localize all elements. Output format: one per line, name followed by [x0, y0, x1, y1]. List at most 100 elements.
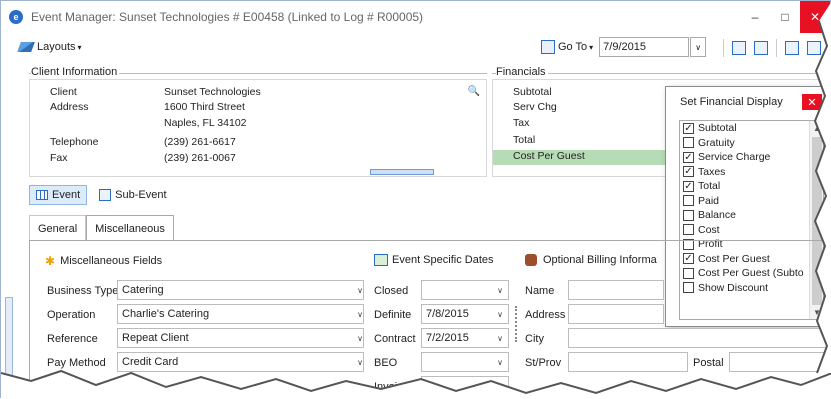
client-label: Client: [50, 86, 77, 98]
close-button[interactable]: ✕: [800, 1, 830, 33]
side-panel-handle[interactable]: [5, 297, 13, 377]
financial-row[interactable]: Total: [493, 134, 668, 149]
billing-state-input[interactable]: [568, 352, 688, 372]
business-type-select[interactable]: Catering: [117, 280, 364, 300]
billing-header: Optional Billing Informa: [525, 254, 657, 266]
operation-select[interactable]: Charlie's Catering: [117, 304, 364, 324]
options-icon[interactable]: [807, 41, 821, 55]
financial-row-selected[interactable]: Cost Per Guest: [493, 150, 668, 165]
tab-bar: General Miscellaneous: [29, 215, 174, 241]
billing-icon: [525, 254, 537, 266]
telephone-label: Telephone: [50, 136, 99, 148]
financial-row[interactable]: Tax: [493, 117, 668, 132]
checkbox-unchecked[interactable]: [683, 209, 694, 221]
search-icon[interactable]: 🔍: [468, 86, 480, 97]
tab-general[interactable]: General: [29, 215, 87, 241]
billing-state-label: St/Prov: [525, 357, 562, 369]
goto-date-input[interactable]: 7/9/2015: [599, 37, 690, 57]
financial-display-item[interactable]: Paid: [680, 194, 823, 209]
checkbox-unchecked[interactable]: [683, 137, 694, 149]
contract-label: Contract: [374, 333, 416, 345]
checkbox-unchecked[interactable]: [683, 195, 694, 207]
layout-grid-icon[interactable]: [732, 41, 746, 55]
business-type-label: Business Type: [47, 285, 119, 297]
chevron-down-icon[interactable]: ∨: [352, 304, 368, 324]
maximize-button[interactable]: □: [770, 1, 800, 33]
layouts-label: Layouts: [37, 41, 76, 53]
sub-event-button[interactable]: Sub-Event: [93, 185, 172, 205]
financial-display-item[interactable]: Balance: [680, 208, 823, 223]
financial-display-item[interactable]: ✓ Subtotal: [680, 121, 823, 136]
financial-row[interactable]: Subtotal: [493, 86, 668, 101]
app-icon: e: [9, 10, 23, 24]
fax-label: Fax: [50, 152, 68, 164]
misc-fields-title: Miscellaneous Fields: [60, 255, 163, 267]
chevron-down-icon[interactable]: ∨: [492, 328, 508, 348]
checkbox-checked[interactable]: ✓: [683, 122, 694, 134]
sub-event-icon: [99, 189, 112, 201]
window-title: Event Manager: Sunset Technologies # E00…: [31, 10, 424, 24]
event-dates-title: Event Specific Dates: [392, 254, 494, 266]
calendar-icon[interactable]: [754, 41, 768, 55]
fax-row: Fax (239) 261-0067: [30, 152, 486, 167]
pay-method-label: Pay Method: [47, 357, 106, 369]
toolbar: Layouts ▾ Go To ▾ 7/9/2015 ∨: [1, 33, 830, 61]
goto-date-dropdown[interactable]: ∨: [690, 37, 707, 57]
misc-fields-header: ✱ Miscellaneous Fields: [45, 254, 162, 268]
financial-display-item[interactable]: ✓ Total: [680, 179, 823, 194]
fax-value: (239) 261-0067: [164, 152, 236, 164]
title-bar: e Event Manager: Sunset Technologies # E…: [1, 1, 830, 33]
chevron-down-icon[interactable]: ∨: [352, 280, 368, 300]
scroll-up-icon[interactable]: ▲: [810, 121, 823, 135]
chevron-down-icon[interactable]: ∨: [352, 352, 368, 372]
checkbox-checked[interactable]: ✓: [683, 180, 694, 192]
reference-label: Reference: [47, 333, 98, 345]
chevron-down-icon[interactable]: ∨: [492, 304, 508, 324]
client-value: Sunset Technologies: [164, 86, 261, 98]
financial-display-item-label: Total: [698, 180, 721, 193]
reference-select[interactable]: Repeat Client: [117, 328, 364, 348]
toolbar-divider: [723, 39, 724, 57]
billing-city-label: City: [525, 333, 544, 345]
billing-postal-input[interactable]: [729, 352, 831, 372]
grid-icon: [36, 190, 48, 200]
financial-display-item-label: Taxes: [698, 165, 726, 178]
report-icon[interactable]: [785, 41, 799, 55]
event-toggle-bar: Event Sub-Event: [29, 184, 173, 206]
financial-display-item[interactable]: ✓ Service Charge: [680, 150, 823, 165]
financial-display-item[interactable]: Gratuity: [680, 136, 823, 151]
goto-button[interactable]: Go To: [558, 41, 587, 53]
billing-address-input[interactable]: [568, 304, 664, 324]
financial-row[interactable]: Serv Chg: [493, 101, 668, 116]
event-label: Event: [52, 189, 81, 201]
checkbox-checked[interactable]: ✓: [683, 151, 694, 163]
address-row-2: Naples, FL 34102: [30, 117, 486, 132]
toolbar-divider: [776, 39, 777, 57]
chevron-down-icon[interactable]: ∨: [492, 280, 508, 300]
pay-method-select[interactable]: Credit Card: [117, 352, 364, 372]
billing-name-input[interactable]: [568, 280, 664, 300]
event-dates-header: Event Specific Dates: [374, 254, 494, 266]
financial-display-item-label: Service Charge: [698, 151, 771, 164]
chevron-down-icon[interactable]: ∨: [492, 376, 508, 396]
billing-city-input[interactable]: [568, 328, 831, 348]
financial-display-item[interactable]: ✓ Taxes: [680, 165, 823, 180]
popup-close-button[interactable]: ✕: [802, 94, 822, 110]
event-button[interactable]: Event: [29, 185, 88, 205]
chevron-down-icon[interactable]: ∨: [352, 328, 368, 348]
financial-display-item[interactable]: Cost: [680, 223, 823, 238]
operation-label: Operation: [47, 309, 96, 321]
layouts-menu[interactable]: Layouts ▾: [17, 41, 82, 53]
star-icon: ✱: [45, 254, 56, 268]
checkbox-unchecked[interactable]: [683, 224, 694, 236]
panel-splitter[interactable]: [370, 169, 434, 175]
tab-miscellaneous[interactable]: Miscellaneous: [86, 215, 174, 241]
checkbox-checked[interactable]: ✓: [683, 166, 694, 178]
chevron-down-icon[interactable]: ∨: [492, 352, 508, 372]
client-info-panel: Client Sunset Technologies Address 1600 …: [29, 79, 487, 177]
event-manager-window: e Event Manager: Sunset Technologies # E…: [0, 0, 831, 399]
telephone-row: Telephone (239) 261-6617: [30, 136, 486, 151]
minimize-button[interactable]: –: [740, 1, 770, 33]
column-splitter[interactable]: [515, 306, 518, 342]
billing-address-label: Address: [525, 309, 566, 321]
